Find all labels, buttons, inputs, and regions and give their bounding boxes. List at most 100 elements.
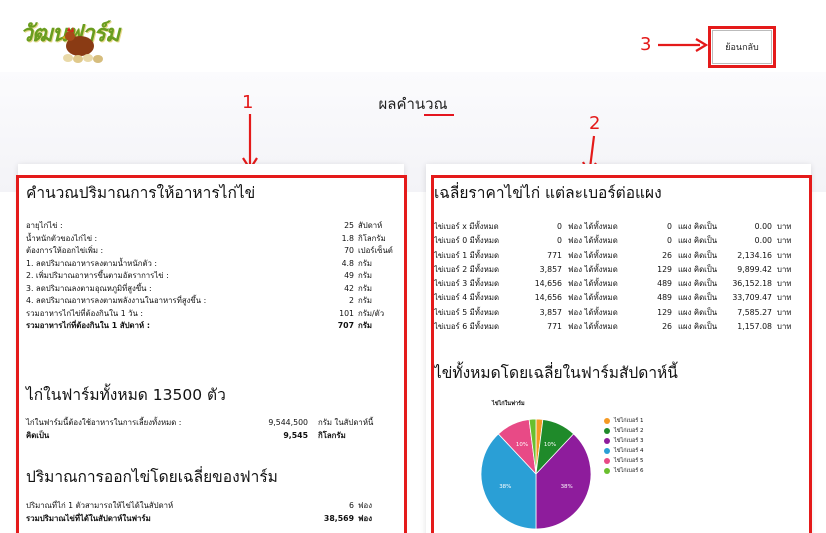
feed-row: 2. เพิ่มปริมาณอาหารขึ้นตามอัตราการไข่ :4…: [26, 271, 373, 280]
price-cell-eggs: 0: [557, 222, 562, 231]
legend-label: ไข่ไก่เบอร์ 4: [614, 448, 644, 454]
page-title: ผลคำนวณ: [378, 95, 448, 113]
legend-swatch: [604, 468, 610, 474]
legend-item: ไข่ไก่เบอร์ 4: [604, 446, 644, 456]
legend-item: ไข่ไก่เบอร์ 5: [604, 456, 644, 466]
price-card-title: เฉลี่ยราคาไข่ไก่ แต่ละเบอร์ต่อแผง: [434, 184, 662, 202]
price-cell-price: 33,709.47: [732, 293, 772, 303]
feed-row-total: รวมอาหารไก่ที่ต้องกินใน 1 สัปดาห์ :707 กร…: [26, 321, 373, 330]
price-cell-trays: 0: [667, 236, 672, 246]
price-cell-eggs: 3,857: [539, 264, 562, 274]
price-cell-u1: ฟอง ได้ทั้งหมด: [568, 250, 618, 260]
price-cell-price: 0.00: [754, 236, 772, 246]
price-cell-u2: แผง คิดเป็น: [678, 293, 718, 303]
pie-label: 10%: [544, 442, 556, 448]
farm-logo[interactable]: วัฒนฟาร์ม: [18, 12, 128, 64]
feed-row: ต้องการให้ออกไข่เพิ่ม :70 เปอร์เซ็นต์: [26, 246, 393, 255]
annotation-1: 1: [242, 92, 254, 113]
price-cell-u1: ฟอง ได้ทั้งหมด: [568, 279, 618, 289]
price-cell-u1: ฟอง ได้ทั้งหมด: [568, 264, 618, 274]
farm-row: คิดเป็น 9,545 กิโลกรัม: [26, 430, 346, 440]
price-cell-price: 9,899.42: [737, 264, 772, 274]
price-cell-u1: ฟอง ได้ทั้งหมด: [568, 222, 618, 231]
legend-swatch: [604, 418, 610, 424]
annotation-arrow-1: [242, 114, 258, 172]
price-cell-u3: บาท: [777, 264, 792, 274]
price-row: ไข่เบอร์ 5 มีทั้งหมด 3,857 ฟอง ได้ทั้งหมด 1…: [434, 306, 804, 320]
annotation-2: 2: [589, 113, 601, 134]
price-cell-price: 7,585.27: [737, 307, 772, 317]
feed-card-title: คำนวณปริมาณการให้อาหารไก่ไข่: [26, 184, 256, 202]
price-cell-u3: บาท: [777, 250, 792, 260]
pie-label: 38%: [499, 484, 511, 490]
egg-pie-chart: ไข่ไก่ในฟาร์ม 10% 38% 38% 10% ไข่ไก่เบอร์ 1…: [470, 394, 750, 533]
price-cell-u1: ฟอง ได้ทั้งหมด: [568, 322, 618, 332]
legend-swatch: [604, 438, 610, 444]
price-cell-price: 0.00: [754, 222, 772, 231]
legend-swatch: [604, 428, 610, 434]
legend-label: ไข่ไก่เบอร์ 3: [614, 438, 644, 444]
feed-row: 3. ลดปริมาณลงตามอุณหภูมิที่สูงขึ้น :42 กร…: [26, 283, 373, 293]
hen-icon: [62, 27, 103, 63]
farm-row: ไก่ในฟาร์มนี้ต้องใช้อาหารในการเลี้ยงทั้ง…: [26, 418, 374, 427]
price-row: ไข่เบอร์ x มีทั้งหมด 0 ฟอง ได้ทั้งหมด 0 แผง …: [434, 220, 804, 234]
egg-rows: ปริมาณที่ไก่ 1 ตัวสามารถให้ไข่ได้ในสัปดา…: [26, 500, 394, 525]
price-cell-trays: 489: [657, 293, 672, 303]
egg-row: รวมปริมาณไข่ที่ได้ในสัปดาห์ในฟาร์ม 38,569…: [26, 513, 373, 523]
price-cell-u1: ฟอง ได้ทั้งหมด: [568, 236, 618, 246]
legend-item: ไข่ไก่เบอร์ 1: [604, 416, 644, 426]
price-cell-u3: บาท: [777, 322, 792, 332]
price-cell-trays: 26: [662, 250, 672, 260]
price-cell-u2: แผง คิดเป็น: [678, 222, 718, 231]
feed-rows: อายุไก่ไข่ :25 สัปดาห์ น้ำหนักตัวของไก่ไข…: [26, 220, 394, 333]
price-row: ไข่เบอร์ 4 มีทั้งหมด 14,656 ฟอง ได้ทั้งหมด…: [434, 291, 804, 305]
chart-legend: ไข่ไก่เบอร์ 1 ไข่ไก่เบอร์ 2 ไข่ไก่เบอร์ 3 ไ…: [604, 416, 644, 476]
farm-section-title: ไก่ในฟาร์มทั้งหมด 13500 ตัว: [26, 386, 226, 404]
feed-row: รวมอาหารไก่ไข่ที่ต้องกินใน 1 วัน :101 กรั…: [26, 308, 385, 318]
price-cell-name: ไข่เบอร์ 1 มีทั้งหมด: [434, 250, 500, 260]
feed-row: 4. ลดปริมาณอาหารลงตามพลังงานในอาหารที่สู…: [26, 296, 373, 305]
price-row: ไข่เบอร์ 3 มีทั้งหมด 14,656 ฟอง ได้ทั้งหมด…: [434, 277, 804, 291]
price-cell-u3: บาท: [777, 307, 792, 317]
legend-label: ไข่ไก่เบอร์ 2: [614, 428, 644, 434]
price-row: ไข่เบอร์ 6 มีทั้งหมด 771 ฟอง ได้ทั้งหมด 26 แ…: [434, 320, 804, 334]
legend-label: ไข่ไก่เบอร์ 5: [614, 458, 644, 464]
back-button[interactable]: ย้อนกลับ: [712, 30, 772, 64]
price-cell-eggs: 771: [547, 322, 562, 332]
legend-swatch: [604, 448, 610, 454]
annotation-arrow-3: [658, 38, 708, 52]
legend-item: ไข่ไก่เบอร์ 3: [604, 436, 644, 446]
price-cell-u3: บาท: [777, 222, 792, 231]
price-cell-u2: แผง คิดเป็น: [678, 322, 718, 332]
price-cell-u1: ฟอง ได้ทั้งหมด: [568, 307, 618, 317]
price-row: ไข่เบอร์ 2 มีทั้งหมด 3,857 ฟอง ได้ทั้งหมด 1…: [434, 263, 804, 277]
price-cell-eggs: 14,656: [534, 279, 562, 289]
pie-label: 38%: [561, 484, 573, 490]
price-cell-eggs: 0: [557, 236, 562, 246]
price-cell-u2: แผง คิดเป็น: [678, 307, 718, 317]
title-underline: [424, 114, 454, 116]
feed-row: น้ำหนักตัวของไก่ไข่ :1.8 กิโลกรัม: [26, 233, 386, 243]
farm-rows: ไก่ในฟาร์มนี้ต้องใช้อาหารในการเลี้ยงทั้ง…: [26, 417, 394, 442]
price-cell-trays: 129: [657, 264, 672, 274]
price-cell-name: ไข่เบอร์ 0 มีทั้งหมด: [434, 236, 500, 246]
price-cell-u2: แผง คิดเป็น: [678, 250, 718, 260]
feed-row: อายุไก่ไข่ :25 สัปดาห์: [26, 221, 383, 230]
price-cell-name: ไข่เบอร์ 4 มีทั้งหมด: [434, 293, 500, 303]
price-cell-u1: ฟอง ได้ทั้งหมด: [568, 293, 618, 303]
price-cell-price: 2,134.16: [737, 250, 772, 260]
price-cell-eggs: 14,656: [534, 293, 562, 303]
price-cell-u3: บาท: [777, 293, 792, 303]
top-header: วัฒนฟาร์ม ย้อนกลับ: [0, 0, 826, 72]
feed-calculation-card: คำนวณปริมาณการให้อาหารไก่ไข่ อายุไก่ไข่ …: [18, 164, 404, 533]
price-cell-trays: 489: [657, 279, 672, 289]
price-cell-name: ไข่เบอร์ 6 มีทั้งหมด: [434, 322, 500, 332]
price-cell-trays: 0: [667, 222, 672, 231]
price-cell-price: 36,152.18: [732, 279, 772, 289]
annotation-3: 3: [640, 34, 652, 55]
legend-label: ไข่ไก่เบอร์ 1: [614, 418, 644, 424]
legend-label: ไข่ไก่เบอร์ 6: [614, 468, 644, 474]
price-cell-u3: บาท: [777, 279, 792, 289]
price-cell-u2: แผง คิดเป็น: [678, 264, 718, 274]
price-cell-eggs: 771: [547, 250, 562, 260]
